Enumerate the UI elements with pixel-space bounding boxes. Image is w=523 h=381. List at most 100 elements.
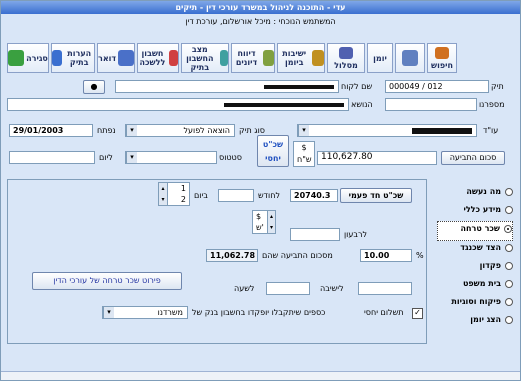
section-label: פקדון — [479, 261, 501, 270]
case-type-label: סוג תיק — [239, 126, 265, 135]
agreed-fee-field[interactable]: 20740.3 — [290, 189, 338, 202]
track-label: מסלול — [334, 60, 358, 70]
bank-dropdown-arrow[interactable]: ▾ — [103, 307, 114, 318]
currency-spinner[interactable]: $ ש' ▴ ▾ — [252, 210, 276, 234]
close-button[interactable]: סגירה — [7, 43, 49, 73]
toolbar: סגירה הערות בתיק דואר חשבון ללשכה מצב הח… — [7, 43, 514, 73]
section-legal-fee[interactable]: שכר טרחה — [437, 221, 513, 241]
lawyer-dropdown-arrow[interactable]: ▾ — [298, 125, 309, 136]
subject-field[interactable] — [7, 98, 349, 111]
claim-amount-button[interactable]: סכום התביעה — [441, 151, 505, 165]
case-type-select[interactable]: ▾ הוצאה לפועל — [125, 124, 235, 137]
account-status-button[interactable]: מצב החשבון בתיק — [181, 43, 229, 73]
currency-spin-arrows[interactable]: ▴ ▾ — [267, 211, 275, 233]
settled-date-field[interactable] — [9, 151, 95, 164]
section-general-info[interactable]: מידע כללי — [437, 203, 513, 221]
opened-label: נפתח — [97, 126, 116, 135]
hearing-report-icon — [263, 50, 274, 66]
serial-field[interactable] — [385, 98, 477, 111]
agreed-fee-button[interactable]: שכ"ט חד פעמי — [340, 188, 412, 203]
fee-breakdown-button[interactable]: פירוט שכר טרחה של עורכי הדין — [32, 272, 182, 290]
section-label: בית משפט — [462, 279, 501, 288]
case-number-field[interactable]: 000049 / 012 — [385, 80, 489, 93]
redacted-subject — [224, 103, 344, 107]
relative-pay-text: כספים שיתקבלו יופקדו בחשבון בנק של — [192, 308, 326, 317]
subject-label: הנושא — [351, 100, 373, 109]
bank-select[interactable]: ▾ משרדנו — [102, 306, 188, 319]
section-supervision[interactable]: פיקוח וסוגיות — [437, 295, 513, 313]
per-hour-field[interactable] — [266, 282, 310, 295]
notes-icon — [52, 50, 63, 66]
status-label: סטטוס — [219, 153, 242, 162]
section-deposit[interactable]: פקדון — [437, 259, 513, 277]
client-name-field[interactable] — [115, 80, 339, 93]
day-spin-arrows[interactable]: ▴ ▾ — [159, 183, 168, 205]
mail-label: דואר — [98, 53, 117, 63]
status-dropdown-arrow[interactable]: ▾ — [126, 152, 137, 163]
section-label: שכר טרחה — [460, 224, 500, 233]
section-label: הצד שכנגד — [460, 243, 501, 252]
case-notes-label: הערות בתיק — [67, 49, 92, 67]
section-opposing-party[interactable]: הצד שכנגד — [437, 241, 513, 259]
lawyer-select[interactable]: ▾ — [297, 124, 477, 137]
case-details-panel: תיק 000049 / 012 שם לקוח ● מספרנו הנושא … — [7, 79, 513, 171]
meetings-icon — [312, 50, 324, 66]
radio-icon — [505, 188, 513, 196]
section-court[interactable]: בית משפט — [437, 277, 513, 295]
fee-frame: שכ"ט חד פעמי 20740.3 לחודש ביום 1 2 ▴ ▾ $… — [7, 179, 427, 344]
mail-button[interactable]: דואר — [97, 43, 135, 73]
track-button[interactable]: מסלול — [327, 43, 365, 73]
case-notes-button[interactable]: הערות בתיק — [51, 43, 95, 73]
quarterly-field[interactable] — [290, 228, 340, 241]
relative-fee-button[interactable]: שכ"ט יחסי — [257, 135, 289, 167]
section-what-done[interactable]: מה נעשה — [437, 185, 513, 203]
fee-panel: שכ"ט חד פעמי 20740.3 לחודש ביום 1 2 ▴ ▾ $… — [7, 179, 513, 344]
search-label: חיפוש — [431, 60, 453, 70]
calendar-button[interactable] — [395, 43, 425, 73]
monthly-field[interactable] — [218, 189, 254, 202]
settled-label: ליום — [99, 153, 113, 162]
status-select[interactable]: ▾ — [125, 151, 217, 164]
office-invoice-button[interactable]: חשבון ללשכה — [137, 43, 179, 73]
radio-icon — [505, 206, 513, 214]
bank-select-value: משרדנו — [157, 308, 183, 317]
case-type-dropdown-arrow[interactable]: ▾ — [126, 125, 137, 136]
client-name-label: שם לקוח — [341, 82, 373, 91]
hearing-report-button[interactable]: דיווח דיונים — [231, 43, 275, 73]
percent-field[interactable]: 10.00 — [360, 249, 412, 262]
claim-amount-field[interactable]: 110,627.80 — [317, 151, 437, 165]
relative-pay-checkbox[interactable]: ✓ — [412, 308, 423, 319]
track-icon — [339, 46, 353, 59]
serial-label: מספרנו — [479, 100, 505, 109]
meetings-button[interactable]: ישיבות ביומן — [277, 43, 325, 73]
from-claim-label: מסכום התביעה שהם — [262, 251, 333, 260]
opened-date-field[interactable]: 29/01/2003 — [9, 124, 93, 137]
search-grid-icon — [435, 46, 449, 59]
per-session-field[interactable] — [358, 282, 412, 295]
office-invoice-label: חשבון ללשכה — [139, 49, 166, 67]
window-title: עדי - התוכנה לניהול במשרד עורכי דין - תי… — [1, 1, 520, 14]
search-button[interactable]: חיפוש — [427, 43, 457, 73]
section-label: פיקוח וסוגיות — [451, 297, 501, 306]
redacted-lawyer — [412, 128, 472, 134]
meetings-label: ישיבות ביומן — [282, 49, 307, 67]
invoice-icon — [168, 50, 178, 66]
relative-pay-label: תשלום יחסי — [364, 308, 404, 317]
currency-field[interactable]: $ ש"ח — [293, 141, 315, 167]
status-bar — [1, 371, 520, 380]
section-label: מידע כללי — [463, 205, 501, 214]
section-show-diary[interactable]: הצג יומן — [437, 313, 513, 331]
section-label: הצג יומן — [470, 315, 501, 324]
per-session-label: לישיבה — [320, 284, 344, 293]
day-spinner[interactable]: 1 2 ▴ ▾ — [158, 182, 190, 206]
account-status-label: מצב החשבון בתיק — [186, 44, 214, 72]
radio-icon — [505, 316, 513, 324]
redacted-client-name — [264, 85, 334, 89]
client-lookup-button[interactable]: ● — [83, 80, 105, 94]
section-selector: מה נעשה מידע כללי שכר טרחה הצד שכנגד פקד… — [437, 185, 513, 331]
main-window: עדי - התוכנה לניהול במשרד עורכי דין - תי… — [0, 0, 521, 381]
mail-icon — [118, 50, 134, 66]
case-label: תיק — [491, 82, 504, 91]
diary-button[interactable]: יומן — [367, 43, 393, 73]
door-exit-icon — [8, 50, 25, 66]
